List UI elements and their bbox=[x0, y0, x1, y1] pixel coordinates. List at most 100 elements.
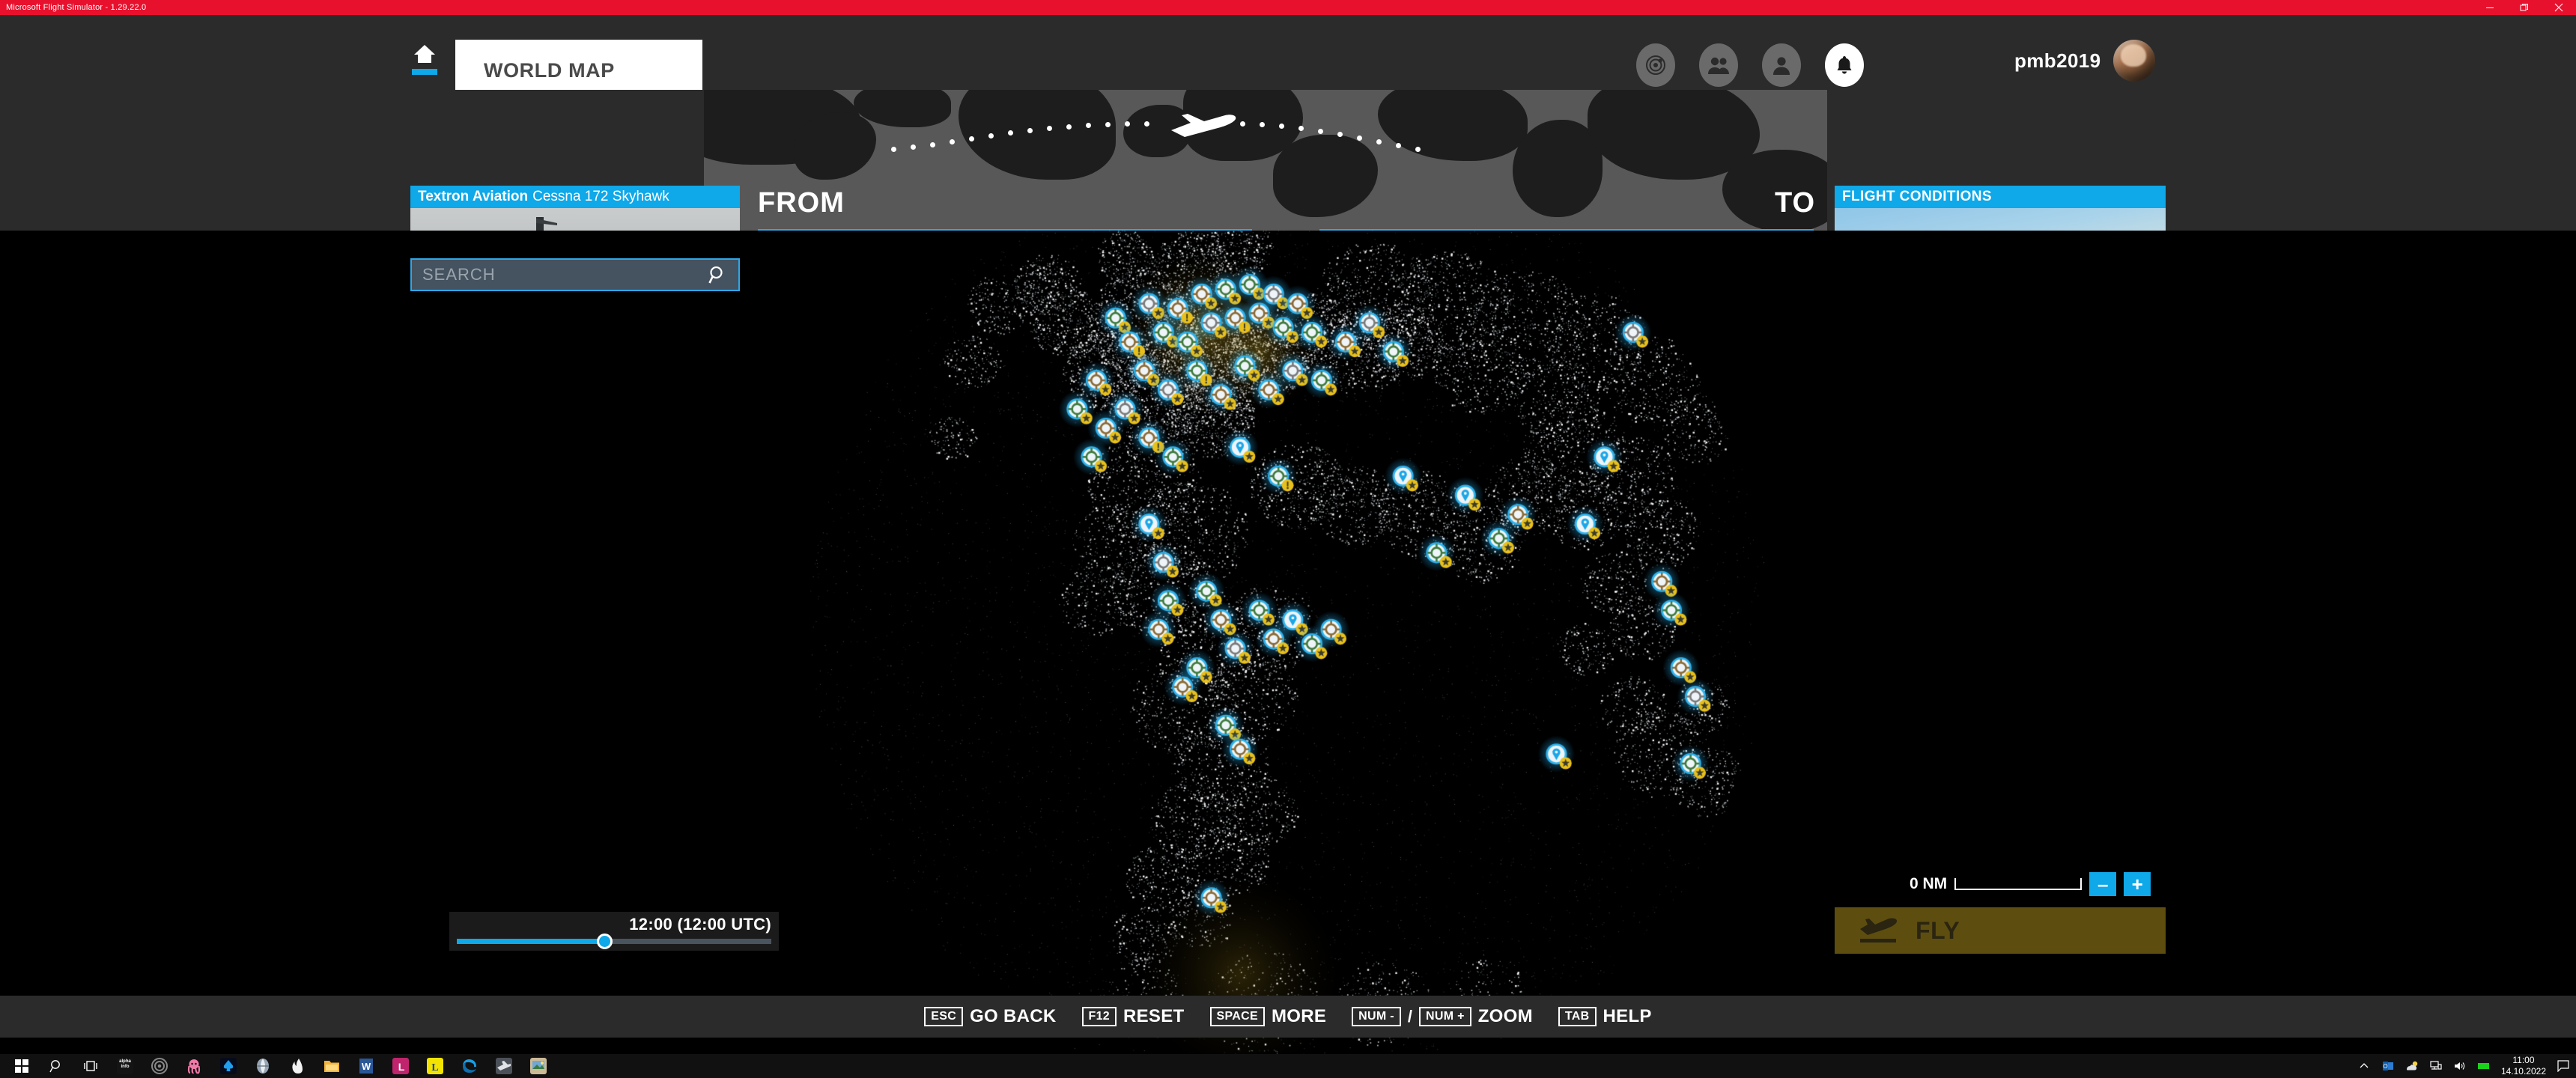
keyboard-hint-bar: ESC GO BACK F12 RESET SPACE MORE NUM - /… bbox=[0, 996, 2576, 1038]
friends-icon[interactable] bbox=[1699, 43, 1738, 87]
flight-sim-icon[interactable] bbox=[487, 1054, 521, 1078]
user-account-area[interactable]: pmb2019 bbox=[2014, 40, 2155, 82]
hint-more[interactable]: SPACE MORE bbox=[1209, 1006, 1327, 1027]
start-button[interactable] bbox=[4, 1054, 39, 1078]
search-input[interactable]: SEARCH bbox=[410, 258, 740, 291]
file-explorer-icon[interactable] bbox=[315, 1054, 349, 1078]
globe-app-icon[interactable] bbox=[246, 1054, 280, 1078]
scale-bracket bbox=[1954, 878, 2083, 890]
username-label: pmb2019 bbox=[2014, 49, 2101, 72]
from-label: FROM bbox=[758, 187, 845, 219]
slider-track[interactable] bbox=[457, 934, 771, 949]
key-space: SPACE bbox=[1209, 1006, 1265, 1027]
svg-text:L: L bbox=[398, 1061, 405, 1073]
key-esc: ESC bbox=[924, 1006, 964, 1027]
home-tab-button[interactable] bbox=[410, 43, 439, 82]
volume-icon[interactable] bbox=[2453, 1059, 2467, 1073]
slider-fill bbox=[457, 939, 605, 944]
flight-planner-bar: Textron Aviation Cessna 172 Skyhawk FROM… bbox=[0, 90, 2576, 231]
active-tab-indicator bbox=[412, 69, 437, 75]
yellow-l-app-icon[interactable]: L bbox=[418, 1054, 452, 1078]
search-icon[interactable] bbox=[708, 265, 728, 284]
svg-text:O: O bbox=[2383, 1063, 2387, 1070]
clock-time: 11:00 bbox=[2512, 1055, 2535, 1065]
hint-label-help: HELP bbox=[1603, 1006, 1652, 1026]
planner-map-background bbox=[704, 90, 1827, 231]
word-app-icon[interactable]: W bbox=[349, 1054, 383, 1078]
minimize-icon[interactable] bbox=[2473, 0, 2507, 15]
edge-browser-icon[interactable] bbox=[452, 1054, 487, 1078]
action-center-icon[interactable] bbox=[2557, 1059, 2570, 1073]
green-status-icon[interactable] bbox=[2477, 1059, 2491, 1073]
home-icon bbox=[414, 45, 435, 63]
octopus-app-icon[interactable] bbox=[177, 1054, 211, 1078]
svg-text:W: W bbox=[362, 1061, 371, 1072]
takeoff-plane-icon bbox=[1860, 918, 1898, 943]
flight-conditions-title: FLIGHT CONDITIONS bbox=[1835, 186, 2166, 208]
network-icon[interactable] bbox=[2429, 1059, 2443, 1073]
magenta-l-app-icon[interactable]: L bbox=[383, 1054, 418, 1078]
tab-world-map-label: WORLD MAP bbox=[484, 58, 615, 82]
fly-button[interactable]: FLY bbox=[1835, 907, 2166, 954]
hint-label-zoom: ZOOM bbox=[1477, 1006, 1533, 1026]
taskbar-clock[interactable]: 11:00 14.10.2022 bbox=[2501, 1055, 2546, 1077]
hint-reset[interactable]: F12 RESET bbox=[1081, 1006, 1185, 1027]
key-num-plus: NUM + bbox=[1418, 1006, 1471, 1027]
top-navigation-bar: WORLD MAP pmb2019 bbox=[0, 15, 2576, 101]
system-tray: O 11:00 14.10.2022 bbox=[2357, 1054, 2576, 1078]
aircraft-manufacturer: Textron Aviation bbox=[418, 189, 529, 204]
window-title: Microsoft Flight Simulator - 1.29.22.0 bbox=[6, 3, 147, 12]
close-icon[interactable] bbox=[2542, 0, 2576, 15]
time-of-day-slider[interactable]: 12:00 (12:00 UTC) bbox=[449, 912, 779, 951]
hint-help[interactable]: TAB HELP bbox=[1558, 1006, 1652, 1027]
flight-simulator-window: Microsoft Flight Simulator - 1.29.22.0 W… bbox=[0, 0, 2576, 1078]
weather-preview bbox=[1835, 208, 2166, 231]
hint-label-reset: RESET bbox=[1123, 1006, 1185, 1026]
restore-icon[interactable] bbox=[2507, 0, 2542, 15]
globe-render[interactable] bbox=[0, 231, 2576, 1057]
show-hidden-icons[interactable] bbox=[2357, 1059, 2371, 1073]
time-label: 12:00 (12:00 UTC) bbox=[629, 915, 771, 934]
hint-label-go-back: GO BACK bbox=[970, 1006, 1057, 1026]
spade-app-icon[interactable] bbox=[211, 1054, 246, 1078]
aircraft-model: Cessna 172 Skyhawk bbox=[532, 189, 669, 204]
selected-aircraft-card[interactable]: Textron Aviation Cessna 172 Skyhawk bbox=[410, 186, 740, 231]
taskbar-apps: alpha info W L L bbox=[0, 1054, 556, 1078]
spiral-app-icon[interactable] bbox=[142, 1054, 177, 1078]
svg-text:L: L bbox=[431, 1062, 438, 1074]
key-num-minus: NUM - bbox=[1352, 1006, 1401, 1027]
aircraft-preview-image bbox=[410, 208, 740, 231]
profile-icon[interactable] bbox=[1762, 43, 1801, 87]
window-controls bbox=[2473, 0, 2576, 15]
zoom-out-button[interactable]: – bbox=[2089, 872, 2117, 896]
to-label: TO bbox=[1775, 187, 1816, 219]
fly-button-label: FLY bbox=[1916, 916, 1960, 944]
photos-app-icon[interactable] bbox=[521, 1054, 556, 1078]
task-view-icon[interactable] bbox=[73, 1054, 108, 1078]
avatar[interactable] bbox=[2112, 40, 2155, 82]
airplane-icon bbox=[1171, 114, 1236, 137]
outlook-icon[interactable]: O bbox=[2381, 1059, 2395, 1073]
key-tab: TAB bbox=[1558, 1006, 1597, 1027]
window-titlebar: Microsoft Flight Simulator - 1.29.22.0 bbox=[0, 0, 2576, 15]
weather-icon[interactable] bbox=[2405, 1059, 2419, 1073]
scale-distance-label: 0 NM bbox=[1910, 875, 1948, 892]
hint-separator: / bbox=[1407, 1007, 1412, 1026]
radar-icon[interactable] bbox=[1636, 43, 1675, 87]
world-map-canvas[interactable] bbox=[0, 231, 2576, 1057]
windows-taskbar: alpha info W L L O 11:00 14.10.2022 bbox=[0, 1054, 2576, 1078]
flame-app-icon[interactable] bbox=[280, 1054, 315, 1078]
flight-conditions-card[interactable]: FLIGHT CONDITIONS bbox=[1835, 186, 2166, 231]
hint-zoom[interactable]: NUM - / NUM + ZOOM bbox=[1352, 1006, 1533, 1027]
notifications-bell-icon[interactable] bbox=[1825, 43, 1864, 87]
zoom-in-button[interactable]: + bbox=[2124, 872, 2151, 896]
search-placeholder: SEARCH bbox=[422, 265, 496, 284]
map-scale-controls: 0 NM – + bbox=[1910, 872, 2151, 896]
hint-go-back[interactable]: ESC GO BACK bbox=[924, 1006, 1056, 1027]
search-icon[interactable] bbox=[39, 1054, 73, 1078]
navbar-icon-group bbox=[1636, 43, 1864, 87]
hint-label-more: MORE bbox=[1271, 1006, 1327, 1026]
clock-date: 14.10.2022 bbox=[2500, 1066, 2546, 1077]
alphainfo-app-icon[interactable]: alpha info bbox=[108, 1054, 142, 1078]
slider-handle[interactable] bbox=[597, 934, 613, 949]
